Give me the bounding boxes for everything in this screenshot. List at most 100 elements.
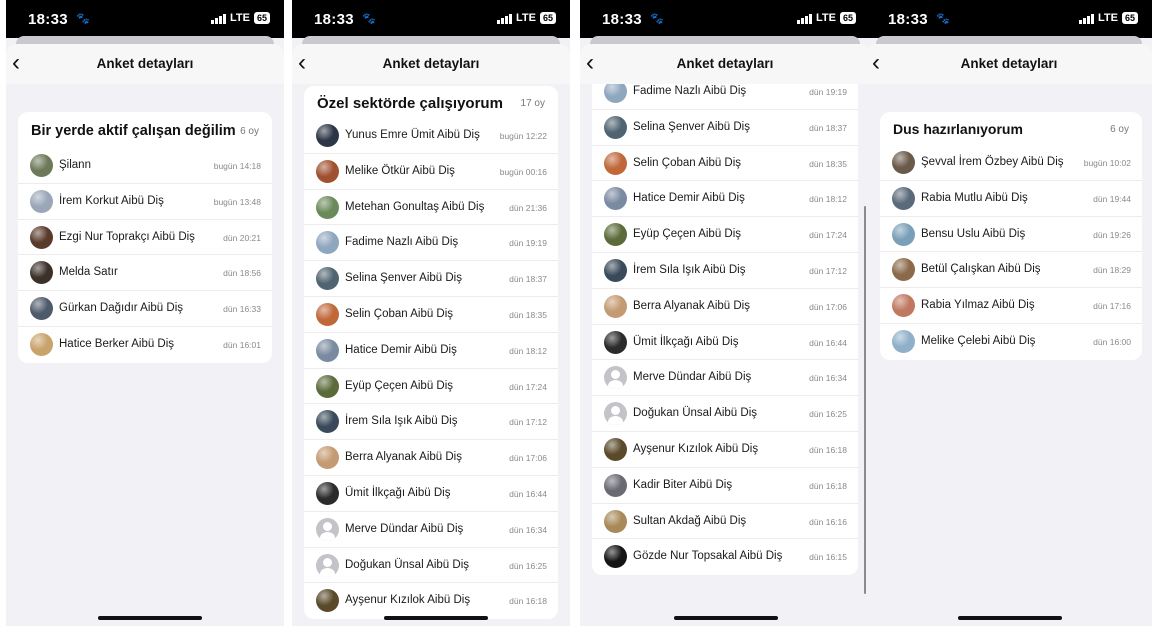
voter-row[interactable]: Doğukan Ünsal Aibü Diş dün 16:25 [304, 548, 558, 584]
voter-row[interactable]: Fadime Nazlı Aibü Diş dün 19:19 [304, 225, 558, 262]
vote-time: dün 17:06 [809, 301, 847, 312]
voter-row[interactable]: Eyüp Çeçen Aibü Diş dün 17:24 [304, 369, 558, 405]
voter-row[interactable]: Yunus Emre Ümit Aibü Diş bugün 12:22 [304, 118, 558, 154]
voter-row[interactable]: Gözde Nur Topsakal Aibü Diş dün 16:15 [592, 539, 858, 575]
voter-name: Ayşenur Kızılok Aibü Diş [633, 442, 759, 455]
voter-row[interactable]: Ümit İlkçağı Aibü Diş dün 16:44 [304, 476, 558, 512]
vote-time: bugün 00:16 [499, 166, 547, 177]
status-right: LTE 65 [497, 12, 556, 24]
voter-name: Hatice Demir Aibü Diş [345, 343, 457, 356]
vote-time: dün 17:24 [809, 230, 847, 241]
voter-row[interactable]: Ayşenur Kızılok Aibü Diş dün 16:18 [304, 583, 558, 619]
home-indicator[interactable] [98, 616, 202, 620]
voter-name: Merve Dündar Aibü Diş [633, 371, 752, 384]
status-right: LTE 65 [1079, 12, 1138, 24]
voter-row[interactable]: Hatice Demir Aibü Diş dün 18:12 [592, 181, 858, 218]
voter-row[interactable]: Betül Çalışkan Aibü Diş dün 18:29 [880, 252, 1142, 289]
voter-name: Kadir Biter Aibü Diş [633, 478, 733, 491]
voter-row[interactable]: Bensu Uslu Aibü Diş dün 19:26 [880, 217, 1142, 253]
voter-row[interactable]: Doğukan Ünsal Aibü Diş dün 16:25 [592, 396, 858, 432]
voter-list: Yunus Emre Ümit Aibü Diş bugün 12:22 Melik… [304, 118, 558, 619]
avatar [316, 481, 339, 505]
voter-row[interactable]: Hatice Berker Aibü Diş dün 16:01 [18, 327, 272, 363]
avatar [604, 115, 627, 139]
voter-name: Doğukan Ünsal Aibü Diş [633, 407, 758, 420]
voter-name: Rabia Mutlu Aibü Diş [921, 191, 1028, 204]
voter-row[interactable]: Merve Dündar Aibü Diş dün 16:34 [304, 512, 558, 548]
home-indicator[interactable] [384, 616, 488, 620]
voter-row[interactable]: Selin Çoban Aibü Diş dün 18:35 [592, 146, 858, 182]
avatar [604, 223, 627, 247]
vote-time: dün 18:29 [1093, 265, 1131, 276]
voter-row[interactable]: Melda Satır dün 18:56 [18, 255, 272, 292]
voter-name: Selin Çoban Aibü Diş [345, 307, 454, 320]
status-bar: 18:33 🐾 LTE 65 [580, 0, 870, 38]
voter-row[interactable]: Rabia Yılmaz Aibü Diş dün 17:16 [880, 288, 1142, 324]
voter-row[interactable]: Şilann bugün 14:18 [18, 148, 272, 184]
voter-row[interactable]: Berra Alyanak Aibü Diş dün 17:06 [592, 289, 858, 325]
status-time: 18:33 [888, 11, 928, 28]
vote-time: dün 16:34 [809, 373, 847, 384]
voter-row[interactable]: Eyüp Çeçen Aibü Diş dün 17:24 [592, 217, 858, 253]
lte-label: LTE [816, 12, 836, 24]
avatar [892, 329, 915, 353]
paw-icon: 🐾 [76, 13, 90, 25]
poll-option-card: Özel sektörde çalışıyorum 17 oy Yunus Em… [304, 86, 558, 620]
voter-row[interactable]: İrem Sıla Işık Aibü Diş dün 17:12 [304, 404, 558, 441]
avatar [892, 222, 915, 246]
voter-row[interactable]: Metehan Gonultaş Aibü Diş dün 21:36 [304, 190, 558, 226]
vote-time: dün 16:16 [809, 516, 847, 527]
voter-row[interactable]: Ümit İlkçağı Aibü Diş dün 16:44 [592, 325, 858, 361]
voter-row[interactable]: Ayşenur Kızılok Aibü Diş dün 16:18 [592, 432, 858, 468]
paw-icon: 🐾 [362, 13, 376, 25]
lte-label: LTE [230, 12, 250, 24]
vote-time: dün 17:06 [509, 453, 547, 464]
voter-row[interactable]: Şevval İrem Özbey Aibü Diş bugün 10:02 [880, 145, 1142, 181]
voter-name: Fadime Nazlı Aibü Diş [633, 85, 747, 97]
page-title: Anket detayları [96, 56, 194, 71]
voter-row[interactable]: Selina Şenver Aibü Diş dün 18:37 [592, 110, 858, 146]
default-avatar-icon [604, 402, 627, 426]
home-indicator[interactable] [958, 616, 1062, 620]
voter-row[interactable]: Berra Alyanak Aibü Diş dün 17:06 [304, 440, 558, 476]
voter-name: Ümit İlkçağı Aibü Diş [633, 335, 739, 348]
home-indicator[interactable] [674, 616, 778, 620]
vote-time: dün 16:25 [509, 560, 547, 571]
voter-row[interactable]: Hatice Demir Aibü Diş dün 18:12 [304, 333, 558, 369]
voter-row[interactable]: Sultan Akdağ Aibü Diş dün 16:16 [592, 504, 858, 540]
voter-row[interactable]: Melike Ötkür Aibü Diş bugün 00:16 [304, 154, 558, 190]
status-time: 18:33 [602, 11, 642, 28]
voter-row[interactable]: Melike Çelebi Aibü Diş dün 16:00 [880, 324, 1142, 360]
voter-name: Melike Çelebi Aibü Diş [921, 334, 1036, 347]
option-title: Özel sektörde çalışıyorum [317, 95, 503, 112]
avatar [604, 545, 627, 569]
voter-row[interactable]: İrem Sıla Işık Aibü Diş dün 17:12 [592, 253, 858, 289]
voter-row[interactable]: Selin Çoban Aibü Diş dün 18:35 [304, 297, 558, 333]
voter-row[interactable]: Kadir Biter Aibü Diş dün 16:18 [592, 468, 858, 504]
vote-time: dün 18:37 [809, 122, 847, 133]
panel-4: 18:33 🐾 LTE 65 ‹ Anket detayları Dus haz… [866, 0, 1152, 626]
voter-row[interactable]: Rabia Mutlu Aibü Diş dün 19:44 [880, 181, 1142, 217]
option-title: Bir yerde aktif çalışan değilim [31, 123, 236, 139]
voter-list: Fadime Nazlı Aibü Diş dün 19:19 Selina Şen… [592, 74, 858, 575]
avatar [604, 330, 627, 354]
voter-row[interactable]: İrem Korkut Aibü Diş bugün 13:48 [18, 184, 272, 220]
voter-name: Betül Çalışkan Aibü Diş [921, 263, 1041, 276]
battery-icon: 65 [539, 12, 556, 24]
voter-row[interactable]: Ezgi Nur Toprakçı Aibü Diş dün 20:21 [18, 220, 272, 256]
voter-row[interactable]: Selina Şenver Aibü Diş dün 18:37 [304, 261, 558, 297]
voter-name: Ezgi Nur Toprakçı Aibü Diş [59, 230, 195, 243]
vote-time: dün 16:15 [809, 552, 847, 563]
status-bar: 18:33 🐾 LTE 65 [6, 0, 284, 38]
status-right: LTE 65 [797, 12, 856, 24]
vote-time: dün 18:37 [509, 274, 547, 285]
voter-name: Melda Satır [59, 266, 118, 279]
voter-name: Ümit İlkçağı Aibü Diş [345, 486, 451, 499]
avatar [604, 151, 627, 175]
voter-row[interactable]: Gürkan Dağıdır Aibü Diş dün 16:33 [18, 291, 272, 327]
voter-row[interactable]: Merve Dündar Aibü Diş dün 16:34 [592, 360, 858, 397]
vote-time: dün 17:24 [509, 381, 547, 392]
vote-time: dün 16:44 [509, 488, 547, 499]
sheet-strip [16, 36, 274, 44]
vote-time: bugün 10:02 [1083, 158, 1131, 168]
